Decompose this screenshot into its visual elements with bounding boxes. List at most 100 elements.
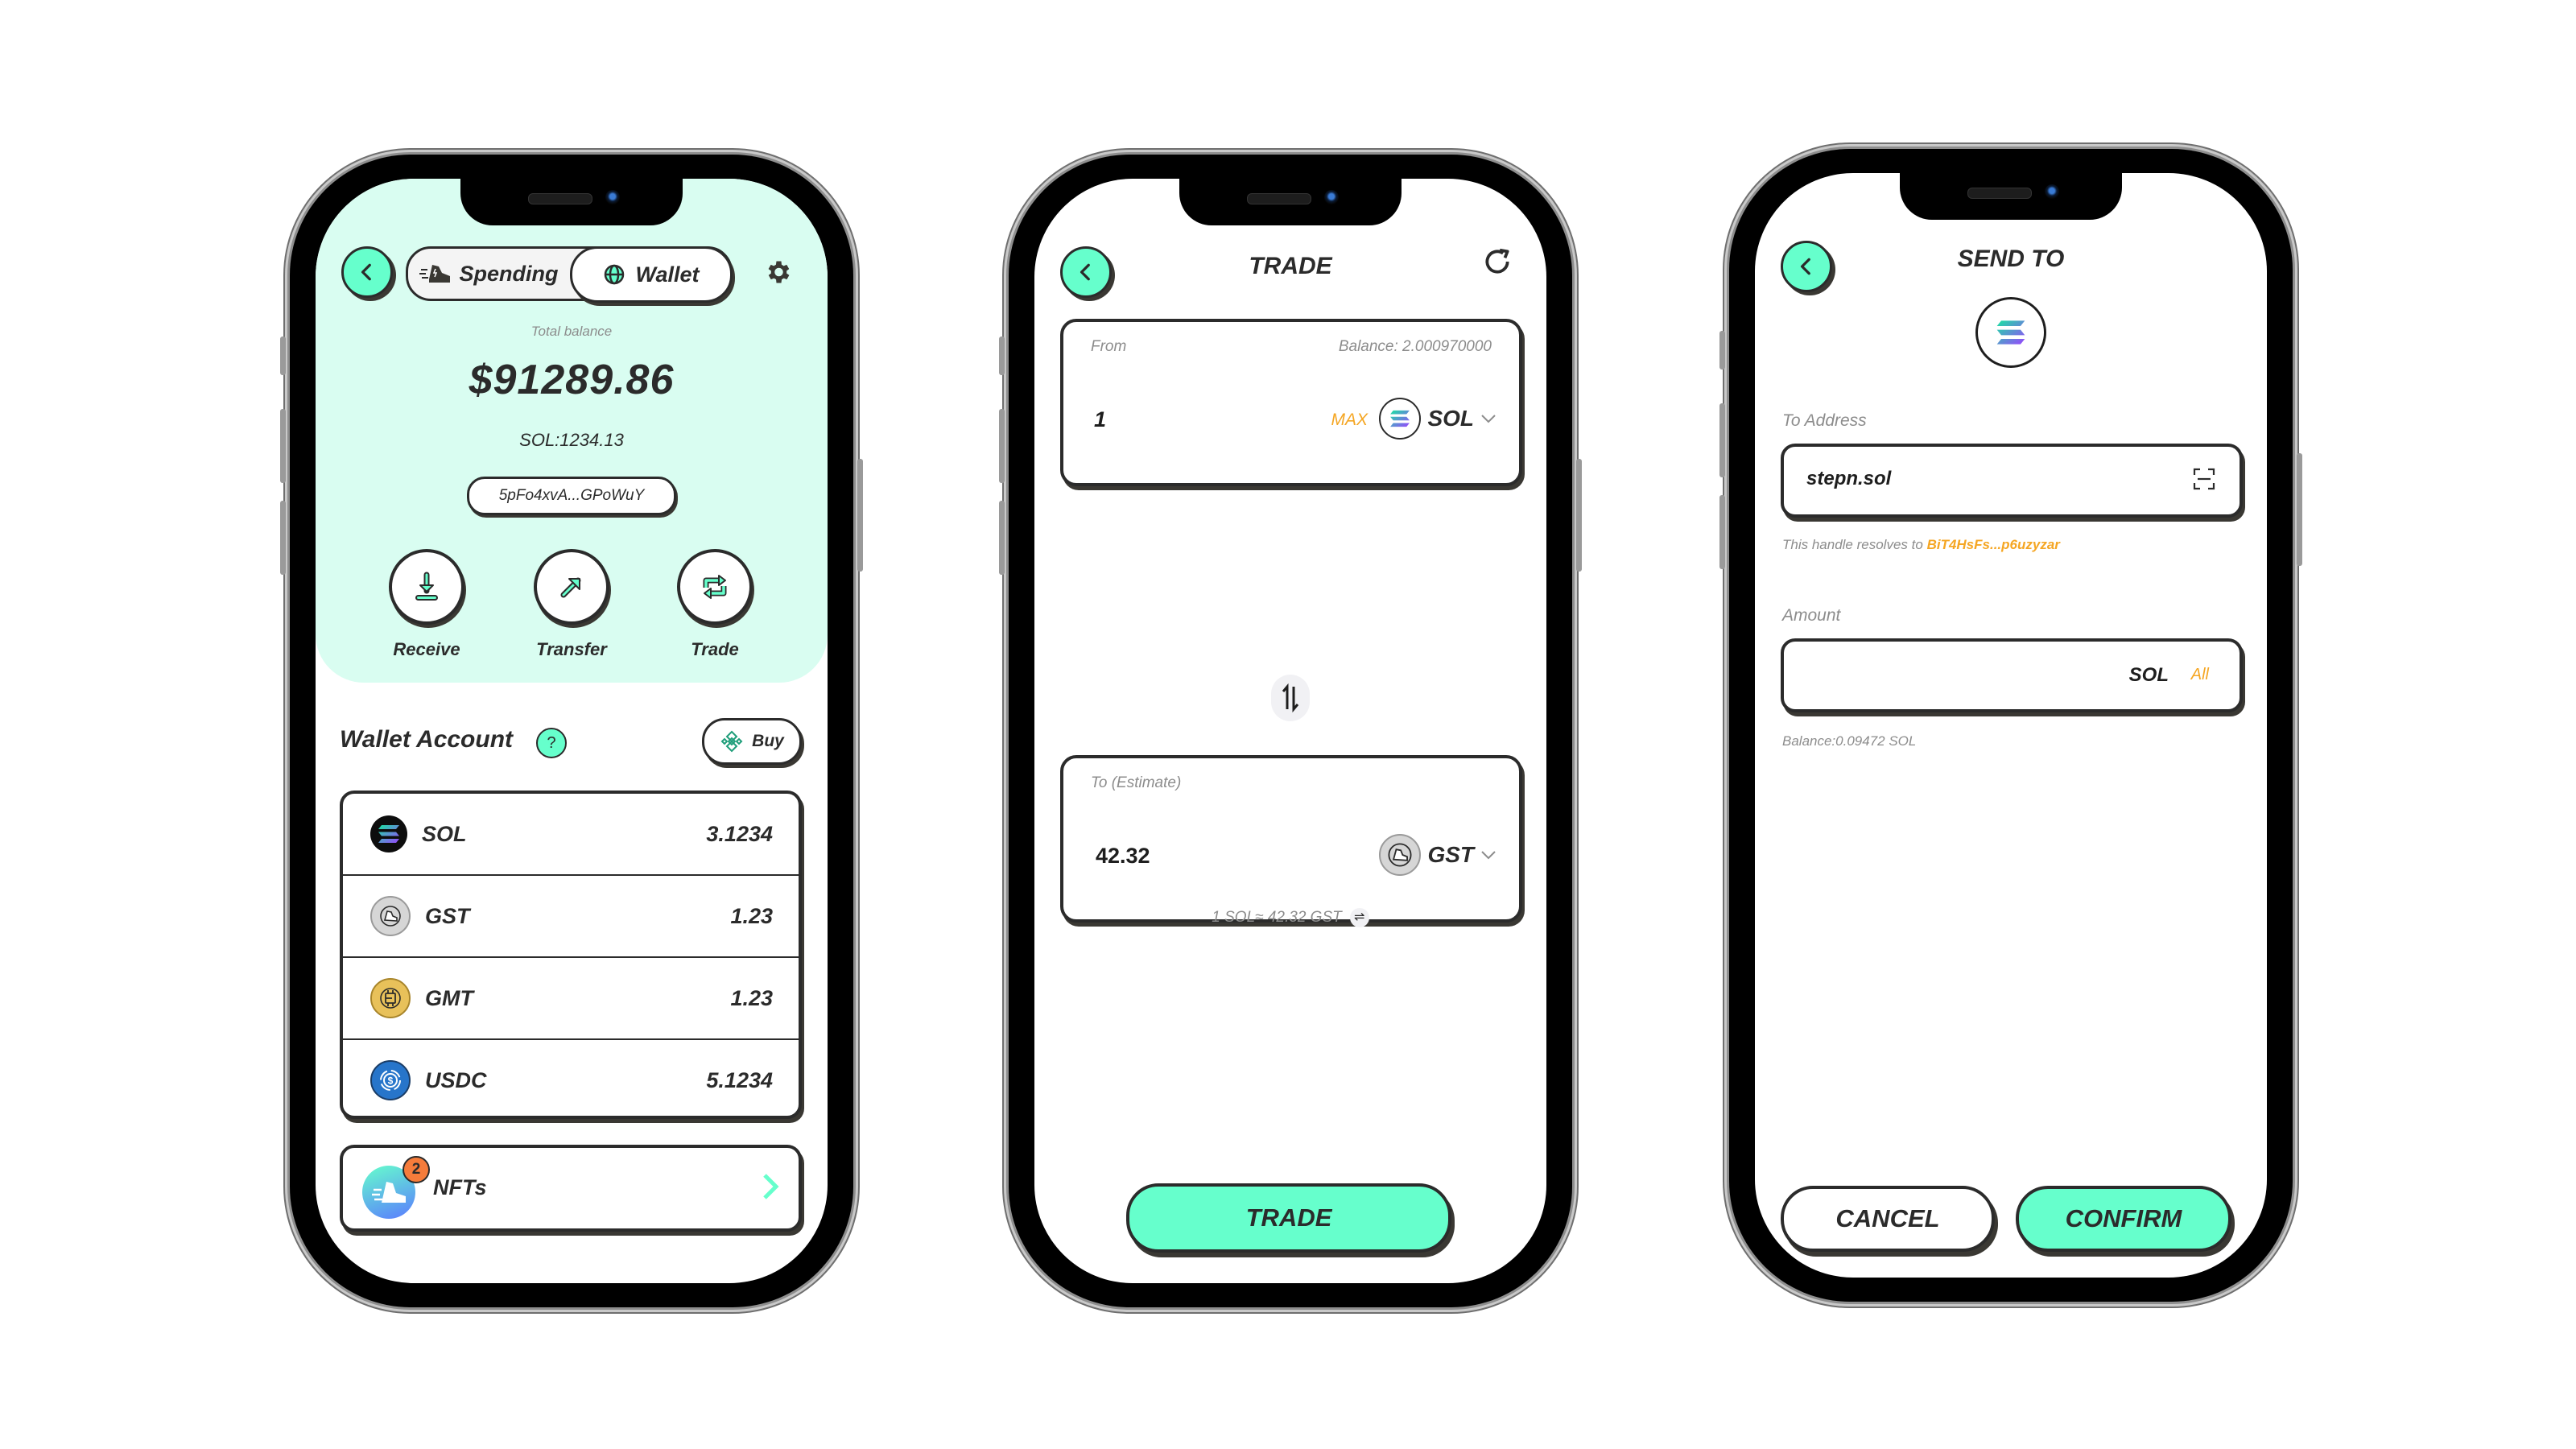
globe-icon: [605, 264, 625, 285]
max-button[interactable]: MAX: [1331, 411, 1368, 430]
silent-switch: [280, 336, 286, 375]
token-symbol: USDC: [425, 1067, 487, 1092]
from-label: From: [1091, 338, 1127, 355]
notch: [1179, 179, 1402, 225]
phone-wallet: Spending Wallet Total balance $91289.86 …: [280, 155, 863, 1307]
to-token-select[interactable]: GST: [1379, 834, 1496, 876]
wallet-screen: Spending Wallet Total balance $91289.86 …: [316, 179, 828, 1283]
amount-input[interactable]: SOL All: [1781, 638, 2243, 712]
tab-wallet[interactable]: Wallet: [570, 246, 733, 303]
token-amount: 1.23: [730, 985, 773, 1010]
help-icon[interactable]: ?: [536, 728, 567, 758]
nfts-row[interactable]: 2 NFTs: [340, 1145, 802, 1232]
back-button[interactable]: [341, 246, 393, 298]
from-token-select[interactable]: SOL: [1379, 398, 1496, 440]
swap-rate-icon[interactable]: ⇌: [1349, 908, 1369, 927]
to-box: To (Estimate) 42.32 GST: [1060, 755, 1522, 923]
cancel-button[interactable]: CANCEL: [1781, 1186, 1995, 1252]
trade-submit-label: TRADE: [1245, 1203, 1332, 1232]
volume-down-button: [999, 501, 1005, 575]
token-symbol: GST: [425, 903, 470, 928]
token-list: SOL 3.1234 GST 1.23 GMT 1.23 $ USDC 5.12…: [340, 791, 802, 1119]
chevron-down-icon: [1481, 415, 1496, 423]
speaker: [1247, 193, 1311, 204]
chevron-left-icon: [361, 263, 371, 281]
solana-icon: [1975, 297, 2046, 368]
send-screen: SEND TO To Address stepn.sol This handle…: [1755, 173, 2267, 1278]
power-button: [2297, 453, 2302, 566]
tab-wallet-label: Wallet: [635, 262, 700, 287]
refresh-icon[interactable]: [1482, 246, 1513, 277]
wallet-account-title: Wallet Account: [340, 726, 514, 753]
gear-icon[interactable]: [763, 258, 792, 287]
buy-button[interactable]: Buy: [702, 718, 802, 765]
from-balance: Balance: 2.000970000: [1338, 338, 1492, 355]
download-icon: [415, 572, 438, 601]
token-symbol: SOL: [422, 821, 467, 846]
page-title: TRADE: [1249, 253, 1332, 279]
token-row-gst[interactable]: GST 1.23: [343, 876, 799, 958]
trade-label: Trade: [691, 639, 739, 659]
volume-up-button: [280, 409, 286, 483]
trade-submit-button[interactable]: TRADE: [1126, 1183, 1451, 1253]
scan-qr-icon[interactable]: [2191, 466, 2217, 492]
gmt-icon: [370, 978, 411, 1018]
tab-spending[interactable]: Spending: [408, 249, 569, 299]
wallet-address: 5pFo4xvA...GPoWuY: [498, 487, 645, 504]
mode-toggle: Spending Wallet: [406, 246, 733, 303]
power-button: [1576, 459, 1582, 572]
phone-send: SEND TO To Address stepn.sol This handle…: [1719, 149, 2302, 1302]
chevron-right-icon: [763, 1174, 779, 1199]
transfer-button[interactable]: Transfer: [515, 549, 628, 660]
to-amount: 42.32: [1096, 844, 1150, 868]
exchange-rate-text: 1 SOL≈ 42.32 GST: [1212, 909, 1342, 927]
wallet-address-button[interactable]: 5pFo4xvA...GPoWuY: [467, 477, 676, 515]
resolve-prefix: This handle resolves to: [1782, 537, 1923, 552]
handle-resolve-hint: This handle resolves to BiT4HsFs...p6uzy…: [1782, 537, 2060, 553]
notch: [1900, 173, 2122, 220]
to-address-label: To Address: [1782, 411, 1867, 430]
to-address-value: stepn.sol: [1806, 468, 1892, 489]
token-amount: 1.23: [730, 903, 773, 928]
speaker: [528, 193, 592, 204]
transfer-circle: [534, 549, 609, 625]
silent-switch: [999, 336, 1005, 375]
from-token-label: SOL: [1427, 406, 1474, 431]
receive-button[interactable]: Receive: [370, 549, 483, 660]
volume-up-button: [999, 409, 1005, 483]
all-button[interactable]: All: [2191, 666, 2209, 684]
amount-label: Amount: [1782, 606, 1841, 625]
trade-button[interactable]: Trade: [658, 549, 771, 660]
cancel-label: CANCEL: [1835, 1204, 1940, 1232]
token-amount: 5.1234: [706, 1067, 773, 1092]
exchange-rate: 1 SOL≈ 42.32 GST ⇌: [1034, 908, 1546, 927]
to-address-input[interactable]: stepn.sol: [1781, 444, 2243, 518]
resolved-address: BiT4HsFs...p6uzyzar: [1926, 537, 2060, 552]
total-balance-label: Total balance: [530, 324, 613, 339]
notch: [460, 179, 683, 225]
token-row-usdc[interactable]: $ USDC 5.1234: [343, 1040, 799, 1116]
transfer-label: Transfer: [536, 639, 607, 659]
token-amount: 3.1234: [706, 821, 773, 846]
token-row-sol[interactable]: SOL 3.1234: [343, 794, 799, 876]
trade-circle: [677, 549, 753, 625]
silent-switch: [1719, 331, 1725, 369]
from-amount-input[interactable]: 1: [1094, 407, 1106, 432]
camera: [2045, 184, 2059, 199]
arrow-up-right-icon: [560, 577, 581, 598]
sneaker-icon: [419, 265, 450, 283]
token-row-gmt[interactable]: GMT 1.23: [343, 958, 799, 1040]
receive-circle: [389, 549, 464, 625]
nft-count-badge: 2: [402, 1156, 430, 1183]
swap-direction-button[interactable]: [1271, 675, 1310, 721]
solana-icon: [1379, 398, 1422, 440]
gst-icon: [370, 896, 411, 936]
sol-total: SOL:1234.13: [519, 430, 624, 450]
solana-icon: [370, 815, 407, 852]
binance-icon: [720, 730, 743, 753]
buy-label: Buy: [752, 732, 784, 750]
token-symbol: GMT: [425, 985, 473, 1010]
confirm-button[interactable]: CONFIRM: [2016, 1186, 2231, 1252]
chevron-down-icon: [1481, 851, 1496, 860]
total-balance-value: $91289.86: [469, 357, 675, 403]
